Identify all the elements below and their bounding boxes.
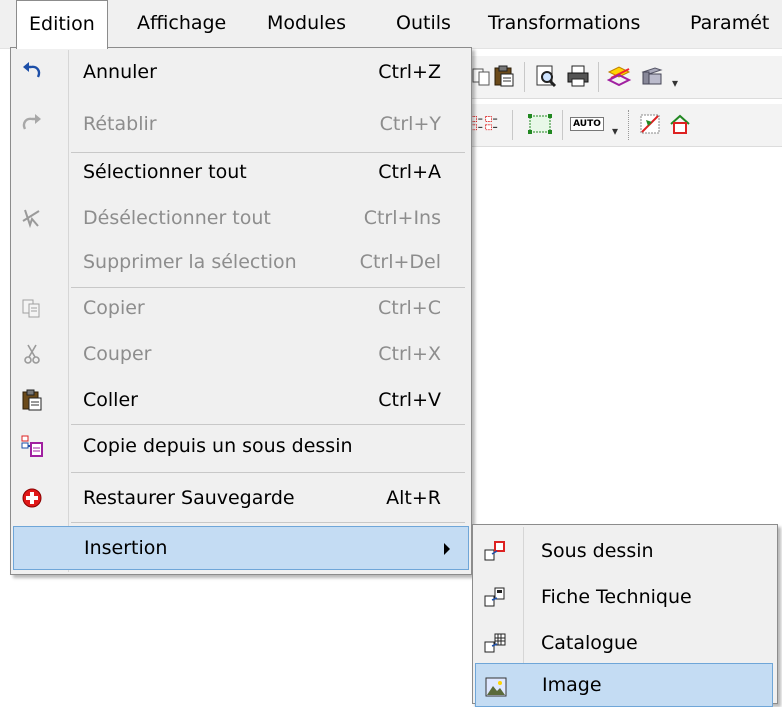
submenu-item-label: Fiche Technique bbox=[541, 586, 692, 608]
tb-select-icon[interactable] bbox=[636, 110, 664, 138]
toolbar-top: ▾ bbox=[440, 56, 782, 99]
submenu-item-fiche-technique[interactable]: Fiche Technique bbox=[475, 575, 773, 619]
menu-item-retablir[interactable]: Rétablir Ctrl+Y bbox=[13, 102, 469, 146]
menu-item-label: Désélectionner tout bbox=[83, 207, 271, 229]
redo-icon bbox=[19, 111, 45, 137]
menu-edition[interactable]: Edition bbox=[16, 0, 108, 49]
menu-item-shortcut: Ctrl+Del bbox=[359, 251, 441, 273]
tb-align-icon[interactable] bbox=[470, 110, 498, 138]
menu-modules[interactable]: Modules bbox=[255, 0, 358, 48]
subdrawing-icon bbox=[483, 540, 507, 564]
menu-item-label: Insertion bbox=[84, 537, 168, 559]
menu-item-label: Supprimer la sélection bbox=[83, 251, 297, 273]
menu-item-label: Copie depuis un sous dessin bbox=[83, 435, 353, 457]
scissors-icon bbox=[19, 341, 45, 367]
submenu-item-image[interactable]: Image bbox=[475, 663, 773, 707]
menu-item-shortcut: Ctrl+V bbox=[378, 389, 441, 411]
tb-print-preview-icon[interactable] bbox=[532, 62, 560, 90]
submenu-item-sous-dessin[interactable]: Sous dessin bbox=[475, 529, 773, 573]
menu-item-label: Rétablir bbox=[83, 113, 157, 135]
copy-icon bbox=[19, 295, 45, 321]
paste-icon bbox=[19, 387, 45, 413]
submenu-item-label: Sous dessin bbox=[541, 540, 654, 562]
edit-menu: Annuler Ctrl+Z Rétablir Ctrl+Y Sélection… bbox=[10, 47, 472, 575]
datasheet-icon bbox=[483, 586, 507, 610]
menu-parametres[interactable]: Paramét bbox=[678, 0, 781, 48]
menu-item-shortcut: Ctrl+Y bbox=[379, 113, 441, 135]
menu-item-shortcut: Ctrl+A bbox=[378, 161, 441, 183]
menu-item-couper[interactable]: Couper Ctrl+X bbox=[13, 332, 469, 376]
menu-item-shortcut: Ctrl+C bbox=[378, 297, 441, 319]
tb-auto-icon[interactable]: AUTO bbox=[568, 110, 606, 138]
menu-item-copier[interactable]: Copier Ctrl+C bbox=[13, 286, 469, 330]
catalog-icon bbox=[483, 632, 507, 656]
menu-item-label: Sélectionner tout bbox=[83, 161, 247, 183]
menu-item-label: Coller bbox=[83, 389, 138, 411]
tb-frame-icon[interactable] bbox=[526, 110, 554, 138]
menu-item-shortcut: Ctrl+Z bbox=[378, 61, 441, 83]
menu-outils[interactable]: Outils bbox=[384, 0, 463, 48]
menu-item-deselectionner-tout[interactable]: Désélectionner tout Ctrl+Ins bbox=[13, 196, 469, 240]
toolbar-bottom: AUTO ▾ bbox=[440, 104, 782, 147]
menu-item-shortcut: Ctrl+X bbox=[378, 343, 441, 365]
menu-item-label: Restaurer Sauvegarde bbox=[83, 487, 295, 509]
menu-item-label: Copier bbox=[83, 297, 145, 319]
tb-layers-icon[interactable] bbox=[606, 62, 634, 90]
submenu-item-label: Image bbox=[542, 674, 602, 696]
menu-item-annuler[interactable]: Annuler Ctrl+Z bbox=[13, 50, 469, 94]
tb-auto-label: AUTO bbox=[570, 117, 604, 131]
submenu-item-catalogue[interactable]: Catalogue bbox=[475, 621, 773, 665]
menu-item-label: Couper bbox=[83, 343, 152, 365]
menu-item-restaurer-sauvegarde[interactable]: Restaurer Sauvegarde Alt+R bbox=[13, 476, 469, 520]
menu-item-coller[interactable]: Coller Ctrl+V bbox=[13, 378, 469, 422]
deselect-icon bbox=[19, 205, 45, 231]
menu-item-supprimer-selection[interactable]: Supprimer la sélection Ctrl+Del bbox=[13, 240, 469, 284]
menu-affichage[interactable]: Affichage bbox=[125, 0, 238, 48]
tb-home-icon[interactable] bbox=[666, 110, 694, 138]
copy-from-subdrawing-icon bbox=[19, 433, 45, 459]
image-icon bbox=[484, 675, 508, 699]
menu-item-insertion[interactable]: Insertion bbox=[13, 526, 469, 570]
menu-separator bbox=[71, 472, 465, 473]
menu-item-selectionner-tout[interactable]: Sélectionner tout Ctrl+A bbox=[13, 150, 469, 194]
menu-transformations[interactable]: Transformations bbox=[476, 0, 652, 48]
tb-paste-icon[interactable] bbox=[490, 62, 518, 90]
menu-separator bbox=[71, 522, 465, 523]
menu-item-shortcut: Ctrl+Ins bbox=[363, 207, 441, 229]
tb-table-icon[interactable] bbox=[638, 62, 666, 90]
menu-bar: Edition Affichage Modules Outils Transfo… bbox=[0, 0, 782, 49]
tb-print-icon[interactable] bbox=[564, 62, 592, 90]
submenu-arrow-icon bbox=[444, 543, 450, 555]
insertion-submenu: Sous dessin Fiche Technique Catalogue Im… bbox=[472, 524, 778, 707]
submenu-item-label: Catalogue bbox=[541, 632, 638, 654]
restore-icon bbox=[19, 485, 45, 511]
menu-item-label: Annuler bbox=[83, 61, 157, 83]
menu-item-shortcut: Alt+R bbox=[386, 487, 441, 509]
undo-icon bbox=[19, 59, 45, 85]
menu-item-copie-sous-dessin[interactable]: Copie depuis un sous dessin bbox=[13, 424, 469, 468]
